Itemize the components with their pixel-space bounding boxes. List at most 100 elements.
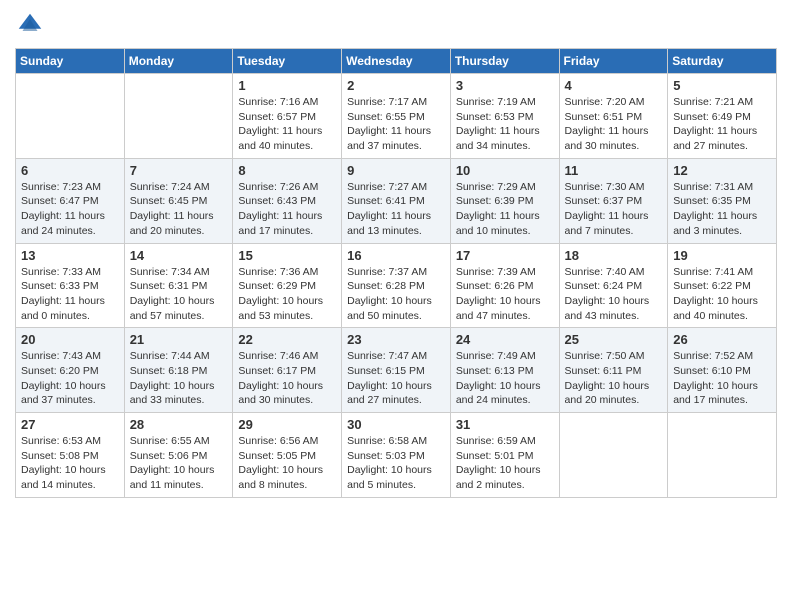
day-info: Sunrise: 7:44 AMSunset: 6:18 PMDaylight:… <box>130 349 228 408</box>
calendar-cell: 2 Sunrise: 7:17 AMSunset: 6:55 PMDaylight… <box>342 74 451 159</box>
calendar-cell <box>668 413 777 498</box>
calendar-cell: 20 Sunrise: 7:43 AMSunset: 6:20 PMDayligh… <box>16 328 125 413</box>
calendar-week-5: 27 Sunrise: 6:53 AMSunset: 5:08 PMDayligh… <box>16 413 777 498</box>
calendar-cell: 5 Sunrise: 7:21 AMSunset: 6:49 PMDaylight… <box>668 74 777 159</box>
calendar-cell: 19 Sunrise: 7:41 AMSunset: 6:22 PMDayligh… <box>668 243 777 328</box>
calendar-cell: 11 Sunrise: 7:30 AMSunset: 6:37 PMDayligh… <box>559 158 668 243</box>
calendar-cell: 13 Sunrise: 7:33 AMSunset: 6:33 PMDayligh… <box>16 243 125 328</box>
day-number: 17 <box>456 248 554 263</box>
calendar-cell: 18Sunrise: 7:40 AMSunset: 6:24 PMDayligh… <box>559 243 668 328</box>
day-number: 29 <box>238 417 336 432</box>
day-info: Sunrise: 7:50 AMSunset: 6:11 PMDaylight:… <box>565 349 663 408</box>
day-number: 31 <box>456 417 554 432</box>
day-number: 30 <box>347 417 445 432</box>
day-info: Sunrise: 7:29 AMSunset: 6:39 PMDaylight:… <box>456 180 554 239</box>
weekday-header-row: SundayMondayTuesdayWednesdayThursdayFrid… <box>16 49 777 74</box>
day-number: 11 <box>565 163 663 178</box>
day-info: Sunrise: 7:47 AMSunset: 6:15 PMDaylight:… <box>347 349 445 408</box>
calendar-week-1: 1Sunrise: 7:16 AMSunset: 6:57 PMDaylight… <box>16 74 777 159</box>
day-number: 19 <box>673 248 771 263</box>
weekday-header-friday: Friday <box>559 49 668 74</box>
day-number: 12 <box>673 163 771 178</box>
day-info: Sunrise: 7:46 AMSunset: 6:17 PMDaylight:… <box>238 349 336 408</box>
calendar-cell <box>559 413 668 498</box>
day-number: 13 <box>21 248 119 263</box>
weekday-header-monday: Monday <box>124 49 233 74</box>
calendar-cell <box>124 74 233 159</box>
calendar-cell: 24 Sunrise: 7:49 AMSunset: 6:13 PMDayligh… <box>450 328 559 413</box>
calendar-cell: 27 Sunrise: 6:53 AMSunset: 5:08 PMDayligh… <box>16 413 125 498</box>
day-number: 9 <box>347 163 445 178</box>
day-info: Sunrise: 7:26 AMSunset: 6:43 PMDaylight:… <box>238 180 336 239</box>
calendar-cell: 10 Sunrise: 7:29 AMSunset: 6:39 PMDayligh… <box>450 158 559 243</box>
calendar-cell: 31 Sunrise: 6:59 AMSunset: 5:01 PMDayligh… <box>450 413 559 498</box>
calendar-cell: 1Sunrise: 7:16 AMSunset: 6:57 PMDaylight… <box>233 74 342 159</box>
calendar-cell: 8 Sunrise: 7:26 AMSunset: 6:43 PMDaylight… <box>233 158 342 243</box>
day-number: 21 <box>130 332 228 347</box>
calendar-week-2: 6 Sunrise: 7:23 AMSunset: 6:47 PMDaylight… <box>16 158 777 243</box>
weekday-header-tuesday: Tuesday <box>233 49 342 74</box>
calendar-cell: 29 Sunrise: 6:56 AMSunset: 5:05 PMDayligh… <box>233 413 342 498</box>
day-info: Sunrise: 7:34 AMSunset: 6:31 PMDaylight:… <box>130 265 228 324</box>
day-number: 1 <box>238 78 336 93</box>
day-number: 14 <box>130 248 228 263</box>
day-number: 24 <box>456 332 554 347</box>
day-number: 18 <box>565 248 663 263</box>
logo <box>15 10 49 40</box>
calendar-cell: 22 Sunrise: 7:46 AMSunset: 6:17 PMDayligh… <box>233 328 342 413</box>
day-number: 22 <box>238 332 336 347</box>
day-info: Sunrise: 6:56 AMSunset: 5:05 PMDaylight:… <box>238 434 336 493</box>
day-info: Sunrise: 6:53 AMSunset: 5:08 PMDaylight:… <box>21 434 119 493</box>
day-number: 5 <box>673 78 771 93</box>
calendar-week-3: 13 Sunrise: 7:33 AMSunset: 6:33 PMDayligh… <box>16 243 777 328</box>
calendar-cell: 6 Sunrise: 7:23 AMSunset: 6:47 PMDaylight… <box>16 158 125 243</box>
day-info: Sunrise: 7:19 AMSunset: 6:53 PMDaylight:… <box>456 95 554 154</box>
page-header <box>15 10 777 40</box>
day-info: Sunrise: 7:30 AMSunset: 6:37 PMDaylight:… <box>565 180 663 239</box>
calendar-week-4: 20 Sunrise: 7:43 AMSunset: 6:20 PMDayligh… <box>16 328 777 413</box>
day-info: Sunrise: 7:20 AMSunset: 6:51 PMDaylight:… <box>565 95 663 154</box>
day-info: Sunrise: 7:23 AMSunset: 6:47 PMDaylight:… <box>21 180 119 239</box>
day-info: Sunrise: 7:43 AMSunset: 6:20 PMDaylight:… <box>21 349 119 408</box>
day-info: Sunrise: 7:17 AMSunset: 6:55 PMDaylight:… <box>347 95 445 154</box>
weekday-header-wednesday: Wednesday <box>342 49 451 74</box>
calendar-cell: 12Sunrise: 7:31 AMSunset: 6:35 PMDayligh… <box>668 158 777 243</box>
calendar-cell: 25 Sunrise: 7:50 AMSunset: 6:11 PMDayligh… <box>559 328 668 413</box>
day-info: Sunrise: 7:41 AMSunset: 6:22 PMDaylight:… <box>673 265 771 324</box>
calendar-cell: 26 Sunrise: 7:52 AMSunset: 6:10 PMDayligh… <box>668 328 777 413</box>
calendar-cell: 7 Sunrise: 7:24 AMSunset: 6:45 PMDaylight… <box>124 158 233 243</box>
day-number: 20 <box>21 332 119 347</box>
calendar-table: SundayMondayTuesdayWednesdayThursdayFrid… <box>15 48 777 498</box>
day-info: Sunrise: 7:52 AMSunset: 6:10 PMDaylight:… <box>673 349 771 408</box>
day-number: 2 <box>347 78 445 93</box>
day-number: 23 <box>347 332 445 347</box>
calendar-cell: 3Sunrise: 7:19 AMSunset: 6:53 PMDaylight… <box>450 74 559 159</box>
calendar-cell <box>16 74 125 159</box>
calendar-cell: 30 Sunrise: 6:58 AMSunset: 5:03 PMDayligh… <box>342 413 451 498</box>
logo-icon <box>15 10 45 40</box>
day-number: 16 <box>347 248 445 263</box>
day-info: Sunrise: 7:49 AMSunset: 6:13 PMDaylight:… <box>456 349 554 408</box>
day-number: 6 <box>21 163 119 178</box>
calendar-cell: 16 Sunrise: 7:37 AMSunset: 6:28 PMDayligh… <box>342 243 451 328</box>
day-info: Sunrise: 7:37 AMSunset: 6:28 PMDaylight:… <box>347 265 445 324</box>
day-number: 7 <box>130 163 228 178</box>
day-info: Sunrise: 7:21 AMSunset: 6:49 PMDaylight:… <box>673 95 771 154</box>
day-info: Sunrise: 7:33 AMSunset: 6:33 PMDaylight:… <box>21 265 119 324</box>
day-info: Sunrise: 7:36 AMSunset: 6:29 PMDaylight:… <box>238 265 336 324</box>
day-info: Sunrise: 6:59 AMSunset: 5:01 PMDaylight:… <box>456 434 554 493</box>
day-number: 8 <box>238 163 336 178</box>
day-number: 4 <box>565 78 663 93</box>
day-number: 15 <box>238 248 336 263</box>
day-number: 28 <box>130 417 228 432</box>
calendar-cell: 14 Sunrise: 7:34 AMSunset: 6:31 PMDayligh… <box>124 243 233 328</box>
weekday-header-saturday: Saturday <box>668 49 777 74</box>
calendar-cell: 17Sunrise: 7:39 AMSunset: 6:26 PMDayligh… <box>450 243 559 328</box>
day-number: 10 <box>456 163 554 178</box>
day-number: 27 <box>21 417 119 432</box>
day-info: Sunrise: 6:58 AMSunset: 5:03 PMDaylight:… <box>347 434 445 493</box>
day-info: Sunrise: 6:55 AMSunset: 5:06 PMDaylight:… <box>130 434 228 493</box>
day-number: 26 <box>673 332 771 347</box>
day-number: 25 <box>565 332 663 347</box>
day-info: Sunrise: 7:24 AMSunset: 6:45 PMDaylight:… <box>130 180 228 239</box>
